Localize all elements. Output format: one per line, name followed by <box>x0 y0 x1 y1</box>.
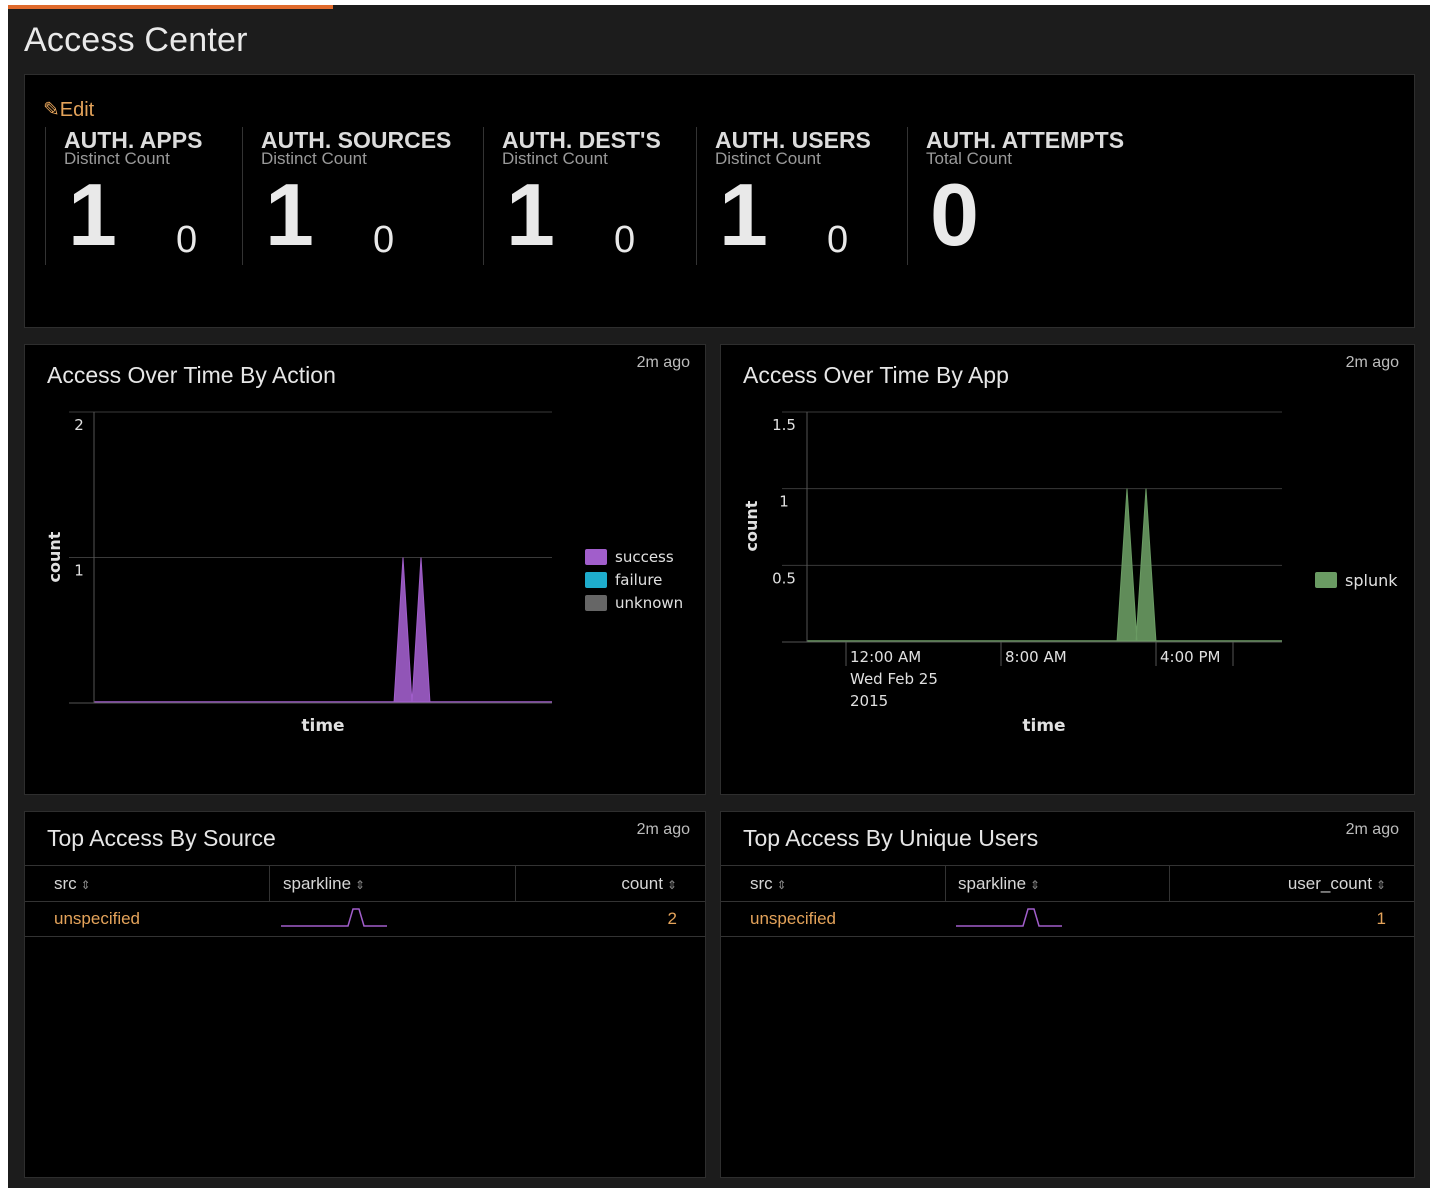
table-header: src ⇕ sparkline ⇕ count ⇕ <box>25 865 705 902</box>
column-label: src <box>750 874 773 893</box>
y-tick-label: 1 <box>779 493 789 511</box>
x-axis-label: time <box>1022 716 1065 736</box>
sort-icon: ⇕ <box>666 878 677 892</box>
edit-button[interactable]: ✎Edit <box>43 97 94 122</box>
panel-timestamp: 2m ago <box>636 821 690 838</box>
kpi-delta: 0 <box>176 219 198 261</box>
legend-swatch <box>585 549 607 565</box>
sparkline <box>281 908 387 927</box>
page-title: Access Center <box>24 21 248 59</box>
column-header-sparkline[interactable]: sparkline ⇕ <box>945 866 1169 901</box>
x-axis-label: time <box>301 716 344 736</box>
legend-label: splunk <box>1345 571 1398 590</box>
panel-access-by-action: Access Over Time By Action 2m ago 12 suc… <box>24 344 706 795</box>
table-header: src ⇕ sparkline ⇕ user_count ⇕ <box>721 865 1414 902</box>
kpi-value: 1 <box>506 165 555 264</box>
cell-src-link[interactable]: unspecified <box>54 901 140 936</box>
column-header-sparkline[interactable]: sparkline ⇕ <box>269 866 515 901</box>
y-tick-label: 1 <box>74 562 84 580</box>
edit-label: Edit <box>59 99 95 121</box>
y-tick-label: 1.5 <box>772 416 796 434</box>
column-header-src[interactable]: src ⇕ <box>25 866 269 901</box>
panel-top-access-by-source: Top Access By Source 2m ago src ⇕ sparkli… <box>24 811 706 1178</box>
sort-icon: ⇕ <box>80 878 91 892</box>
legend-label: success <box>615 548 674 566</box>
kpi-auth-users[interactable]: AUTH. USERS Distinct Count 1 0 <box>696 127 908 265</box>
chart-app-svg: 0.5 1 1.5 12:00 AM Wed Feb 25 2015 8:00 AM 4:0… <box>742 411 1398 736</box>
x-tick-label: 8:00 AM <box>1005 648 1067 666</box>
kpi-delta: 0 <box>614 219 636 261</box>
y-axis-label: count <box>45 531 64 582</box>
x-tick-label: 4:00 PM <box>1160 648 1220 666</box>
cell-src-link[interactable]: unspecified <box>750 901 836 936</box>
panel-top-access-by-users: Top Access By Unique Users 2m ago src ⇕ s… <box>720 811 1415 1178</box>
legend-swatch <box>585 595 607 611</box>
sparkline <box>956 908 1062 927</box>
accent-bar <box>8 5 333 9</box>
area-spike <box>411 557 431 704</box>
cell-count: 2 <box>667 909 677 928</box>
column-header-count[interactable]: count ⇕ <box>515 866 705 901</box>
legend-label: unknown <box>615 594 683 612</box>
area-spike <box>393 557 413 704</box>
column-label: sparkline <box>958 874 1027 893</box>
table-row: unspecified 1 <box>721 901 1414 937</box>
y-tick-label: 2 <box>74 416 84 434</box>
sort-icon: ⇕ <box>1030 878 1041 892</box>
legend-swatch <box>1315 572 1337 588</box>
column-label: count <box>621 874 663 893</box>
kpi-value: 0 <box>930 165 979 264</box>
table-row: unspecified 2 <box>25 901 705 937</box>
kpi-value: 1 <box>68 165 117 264</box>
y-axis-label: count <box>742 500 761 551</box>
app-window: Access Center ✎Edit AUTH. APPS Distinct … <box>8 5 1430 1188</box>
sort-icon: ⇕ <box>776 878 787 892</box>
y-tick-label: 0.5 <box>772 569 796 587</box>
sort-icon: ⇕ <box>355 878 366 892</box>
kpi-auth-dests[interactable]: AUTH. DEST'S Distinct Count 1 0 <box>483 127 697 265</box>
kpi-value: 1 <box>265 165 314 264</box>
sort-icon: ⇕ <box>1375 878 1386 892</box>
kpi-delta: 0 <box>827 219 849 261</box>
column-header-src[interactable]: src ⇕ <box>721 866 945 901</box>
panel-title: Top Access By Unique Users <box>743 825 1039 851</box>
cell-user-count: 1 <box>1376 909 1386 928</box>
panel-access-by-app: Access Over Time By App 2m ago 0.5 1 1.5 1… <box>720 344 1415 795</box>
kpi-auth-apps[interactable]: AUTH. APPS Distinct Count 1 0 <box>45 127 243 265</box>
x-tick-label: 12:00 AM Wed Feb 25 2015 <box>850 648 938 710</box>
kpi-panel: ✎Edit AUTH. APPS Distinct Count 1 0 AUTH… <box>24 74 1415 328</box>
column-label: src <box>54 874 77 893</box>
pencil-icon: ✎ <box>43 99 60 121</box>
panel-title: Top Access By Source <box>47 825 276 851</box>
kpi-delta: 0 <box>373 219 395 261</box>
kpi-value: 1 <box>719 165 768 264</box>
kpi-auth-sources[interactable]: AUTH. SOURCES Distinct Count 1 0 <box>242 127 484 265</box>
kpi-auth-attempts[interactable]: AUTH. ATTEMPTS Total Count 0 <box>907 127 1168 265</box>
column-label: sparkline <box>283 874 352 893</box>
legend-swatch <box>585 572 607 588</box>
panel-timestamp: 2m ago <box>1345 821 1399 838</box>
column-header-user-count[interactable]: user_count ⇕ <box>1169 866 1414 901</box>
column-label: user_count <box>1287 874 1372 893</box>
chart-action-svg: 1 2 success failure unknown time count <box>45 411 683 736</box>
legend-label: failure <box>615 571 662 589</box>
